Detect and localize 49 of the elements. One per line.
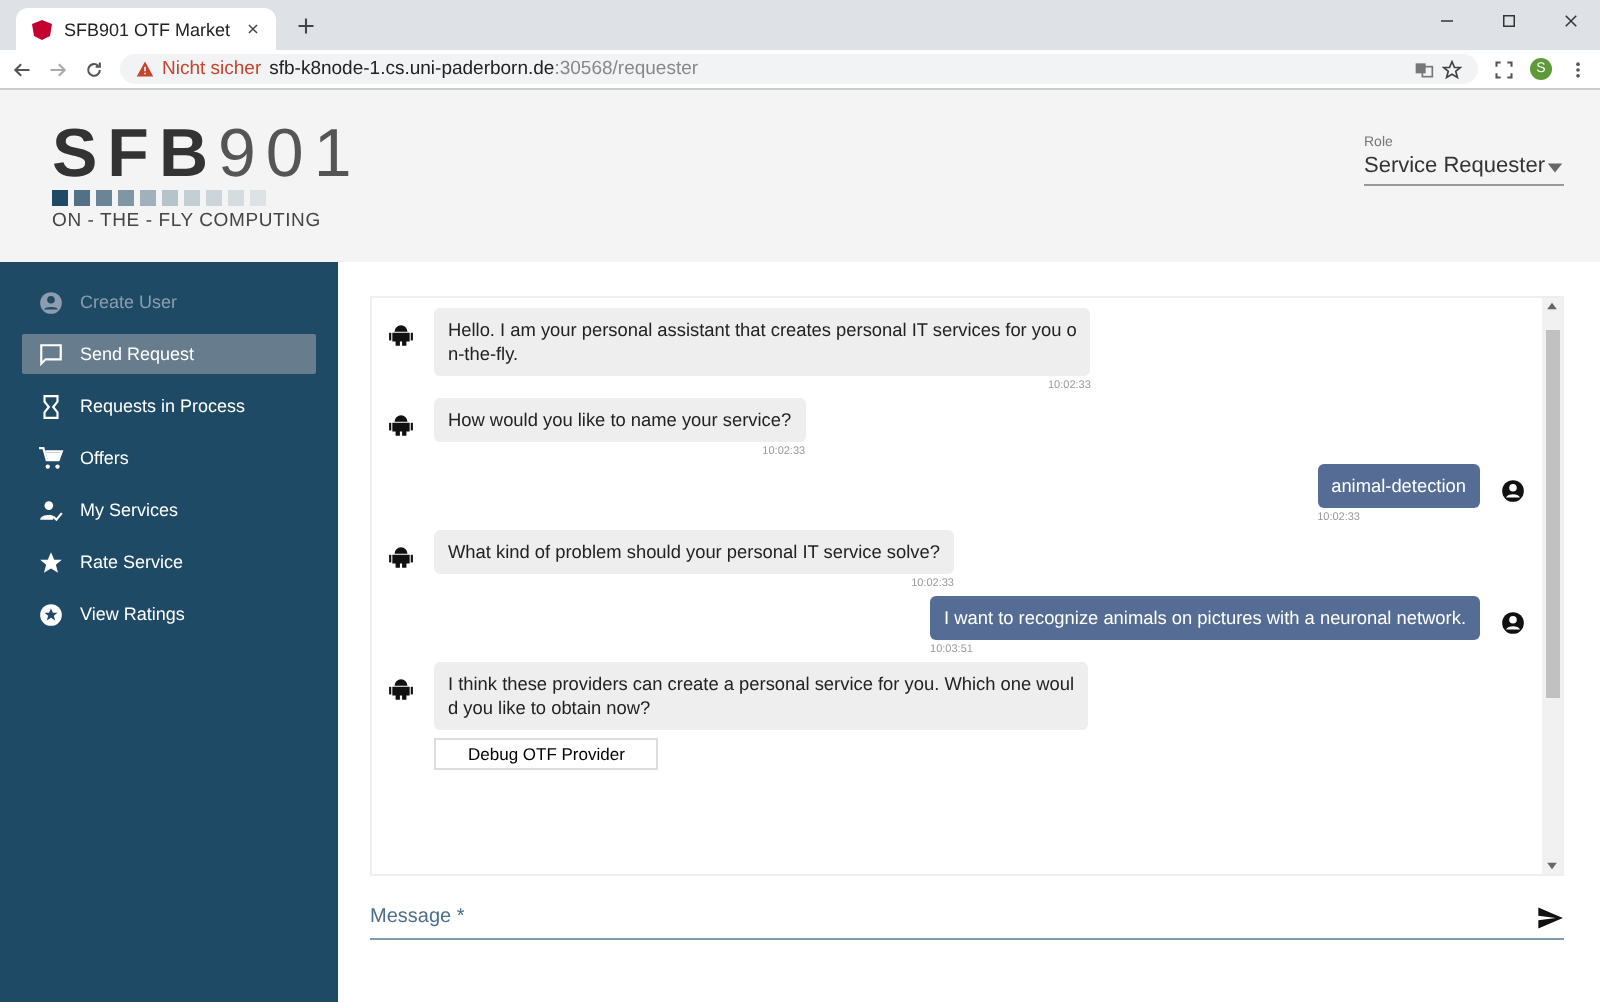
user-message: I want to recognize animals on pictures with a neuronal network.: [930, 596, 1480, 640]
account-icon: [1500, 478, 1526, 504]
robot-icon: [388, 544, 414, 570]
bot-message: Hello. I am your personal assistant that creates personal IT services for you o n-the-fly.: [434, 308, 1091, 376]
scrollbar[interactable]: [1542, 298, 1562, 874]
back-arrow-icon[interactable]: [12, 59, 32, 79]
scroll-up-icon[interactable]: [1544, 298, 1560, 314]
screen-capture-icon[interactable]: [1494, 59, 1514, 79]
plus-icon[interactable]: [296, 15, 316, 35]
close-icon[interactable]: [246, 22, 260, 36]
hourglass-icon: [38, 393, 64, 419]
message-input[interactable]: Message *: [370, 896, 1536, 938]
tab-title: SFB901 OTF Market: [64, 19, 231, 39]
close-icon[interactable]: [1562, 11, 1580, 29]
sidebar-item[interactable]: My Services: [22, 490, 316, 530]
star-outline-icon[interactable]: [1442, 59, 1462, 79]
cart-icon: [38, 445, 64, 471]
warning-icon: [136, 60, 154, 78]
security-warning: Nicht sicher: [162, 58, 262, 80]
bot-message: How would you like to name your service?: [434, 398, 806, 442]
sidebar-item[interactable]: Offers: [22, 438, 316, 478]
send-icon[interactable]: [1536, 903, 1564, 931]
sidebar-item[interactable]: Rate Service: [22, 542, 316, 582]
bot-message: I think these providers can create a personal service for you. Which one woul d you like to obtain now?: [434, 662, 1089, 730]
account-icon: [38, 289, 64, 315]
robot-icon: [388, 412, 414, 438]
reload-icon[interactable]: [84, 59, 104, 79]
sidebar-item[interactable]: View Ratings: [22, 594, 316, 634]
logo-tagline: ON - THE - FLY COMPUTING: [52, 210, 323, 232]
account-icon: [1500, 610, 1526, 636]
logo-title: SFB 901: [52, 124, 362, 184]
sidebar-item[interactable]: Send Request: [22, 334, 316, 374]
robot-icon: [388, 676, 414, 702]
robot-icon: [388, 322, 414, 348]
star-circle-icon: [38, 601, 64, 627]
url-text: sfb-k8node-1.cs.uni-paderborn.de:30568/requester: [269, 58, 699, 80]
maximize-icon[interactable]: [1500, 11, 1518, 29]
chat-bubble-icon: [38, 341, 64, 367]
dropdown-caret-icon[interactable]: [1546, 157, 1564, 175]
scroll-down-icon[interactable]: [1544, 858, 1560, 874]
user-message: animal-detection: [1317, 464, 1480, 508]
star-icon: [38, 549, 64, 575]
translate-icon[interactable]: [1414, 59, 1434, 79]
browser-tab[interactable]: SFB901 OTF Market: [16, 8, 276, 50]
bot-message: What kind of problem should your personal IT service solve?: [434, 530, 954, 574]
address-bar[interactable]: Nicht sicher sfb-k8node-1.cs.uni-paderborn.de:30568/requester: [120, 54, 1478, 84]
provider-option-button[interactable]: Debug OTF Provider: [434, 738, 659, 770]
sidebar-item[interactable]: Requests in Process: [22, 386, 316, 426]
person-check-icon: [38, 497, 64, 523]
